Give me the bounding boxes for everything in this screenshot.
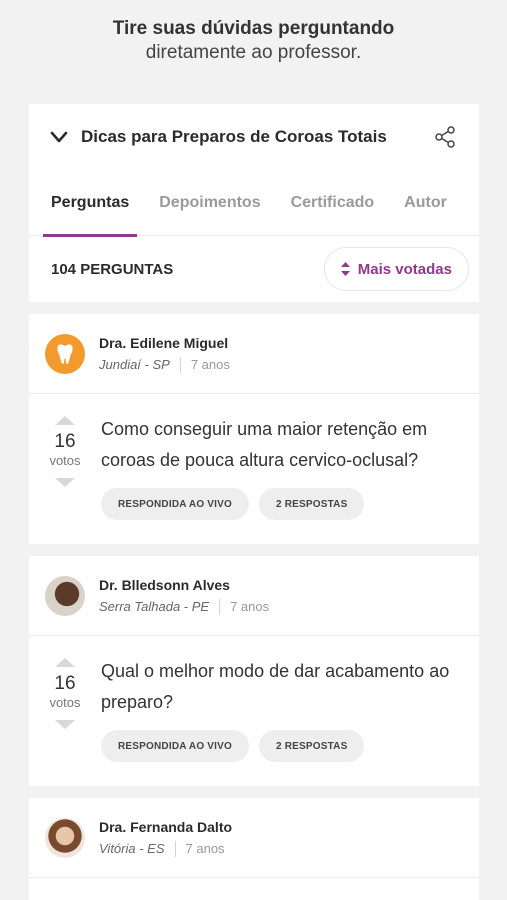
hero-header: Tire suas dúvidas perguntando diretament… (0, 0, 507, 104)
tooth-icon (57, 343, 73, 364)
post-age: 7 anos (185, 841, 225, 856)
replies-chip[interactable]: 2 RESPOSTAS (259, 488, 365, 520)
status-chip: RESPONDIDA AO VIVO (101, 488, 249, 520)
share-icon[interactable] (433, 125, 457, 149)
sort-button[interactable]: Mais votadas (323, 247, 469, 291)
divider (219, 598, 221, 615)
vote-control: 16 votos (29, 656, 101, 762)
question-count-row: 104 PERGUNTAS Mais votadas (29, 236, 479, 302)
author-location: Vitória - ES (99, 841, 165, 856)
tab-perguntas[interactable]: Perguntas (42, 170, 138, 237)
tab-bar: Perguntas Depoimentos Certificado Autor (29, 170, 479, 237)
question-text[interactable]: Qual o melhor modo de dar acabamento ao … (101, 656, 467, 718)
sort-icon (340, 262, 350, 276)
avatar (45, 817, 85, 858)
vote-label: votos (49, 695, 81, 710)
question-count: 104 PERGUNTAS (51, 260, 174, 278)
vote-control: 16 votos (29, 414, 101, 520)
upvote-arrow-icon[interactable] (55, 658, 75, 667)
chevron-down-icon[interactable] (49, 127, 69, 147)
tab-autor[interactable]: Autor (404, 170, 447, 236)
divider (179, 356, 181, 373)
author-location: Jundiaí - SP (99, 357, 170, 372)
post-age: 7 anos (230, 599, 270, 614)
upvote-arrow-icon[interactable] (55, 416, 75, 425)
author-name: Dra. Fernanda Dalto (99, 818, 233, 835)
replies-chip[interactable]: 2 RESPOSTAS (259, 730, 365, 762)
question-text[interactable]: Como conseguir uma maior retenção em cor… (101, 414, 467, 476)
downvote-arrow-icon[interactable] (55, 478, 75, 487)
divider (174, 840, 176, 857)
avatar (45, 333, 85, 374)
post-age: 7 anos (190, 357, 230, 372)
author-row: Dra. Fernanda Dalto Vitória - ES 7 anos (29, 798, 479, 878)
hero-title: Tire suas dúvidas perguntando (112, 18, 395, 39)
author-row: Dr. Blledsonn Alves Serra Talhada - PE 7… (29, 556, 479, 636)
course-title: Dicas para Preparos de Coroas Totais (81, 127, 387, 146)
author-location: Serra Talhada - PE (99, 599, 210, 614)
tab-depoimentos[interactable]: Depoimentos (159, 170, 260, 236)
course-card: Dicas para Preparos de Coroas Totais Per… (29, 104, 479, 302)
vote-label: votos (49, 453, 81, 468)
downvote-arrow-icon[interactable] (55, 720, 75, 729)
author-row: Dra. Edilene Miguel Jundiaí - SP 7 anos (29, 314, 479, 394)
author-name: Dr. Blledsonn Alves (99, 576, 230, 593)
vote-count: 16 (54, 673, 76, 694)
sort-label: Mais votadas (357, 260, 452, 278)
course-header[interactable]: Dicas para Preparos de Coroas Totais (29, 104, 479, 170)
question-card[interactable]: Dra. Edilene Miguel Jundiaí - SP 7 anos … (29, 314, 479, 544)
question-card[interactable]: Dr. Blledsonn Alves Serra Talhada - PE 7… (29, 556, 479, 786)
status-chip: RESPONDIDA AO VIVO (101, 730, 249, 762)
tab-certificado[interactable]: Certificado (291, 170, 375, 236)
question-card[interactable]: Dra. Fernanda Dalto Vitória - ES 7 anos (29, 798, 479, 900)
avatar (45, 575, 85, 616)
author-name: Dra. Edilene Miguel (99, 334, 229, 351)
hero-subtitle: diretamente ao professor. (145, 42, 362, 63)
vote-count: 16 (54, 431, 76, 452)
